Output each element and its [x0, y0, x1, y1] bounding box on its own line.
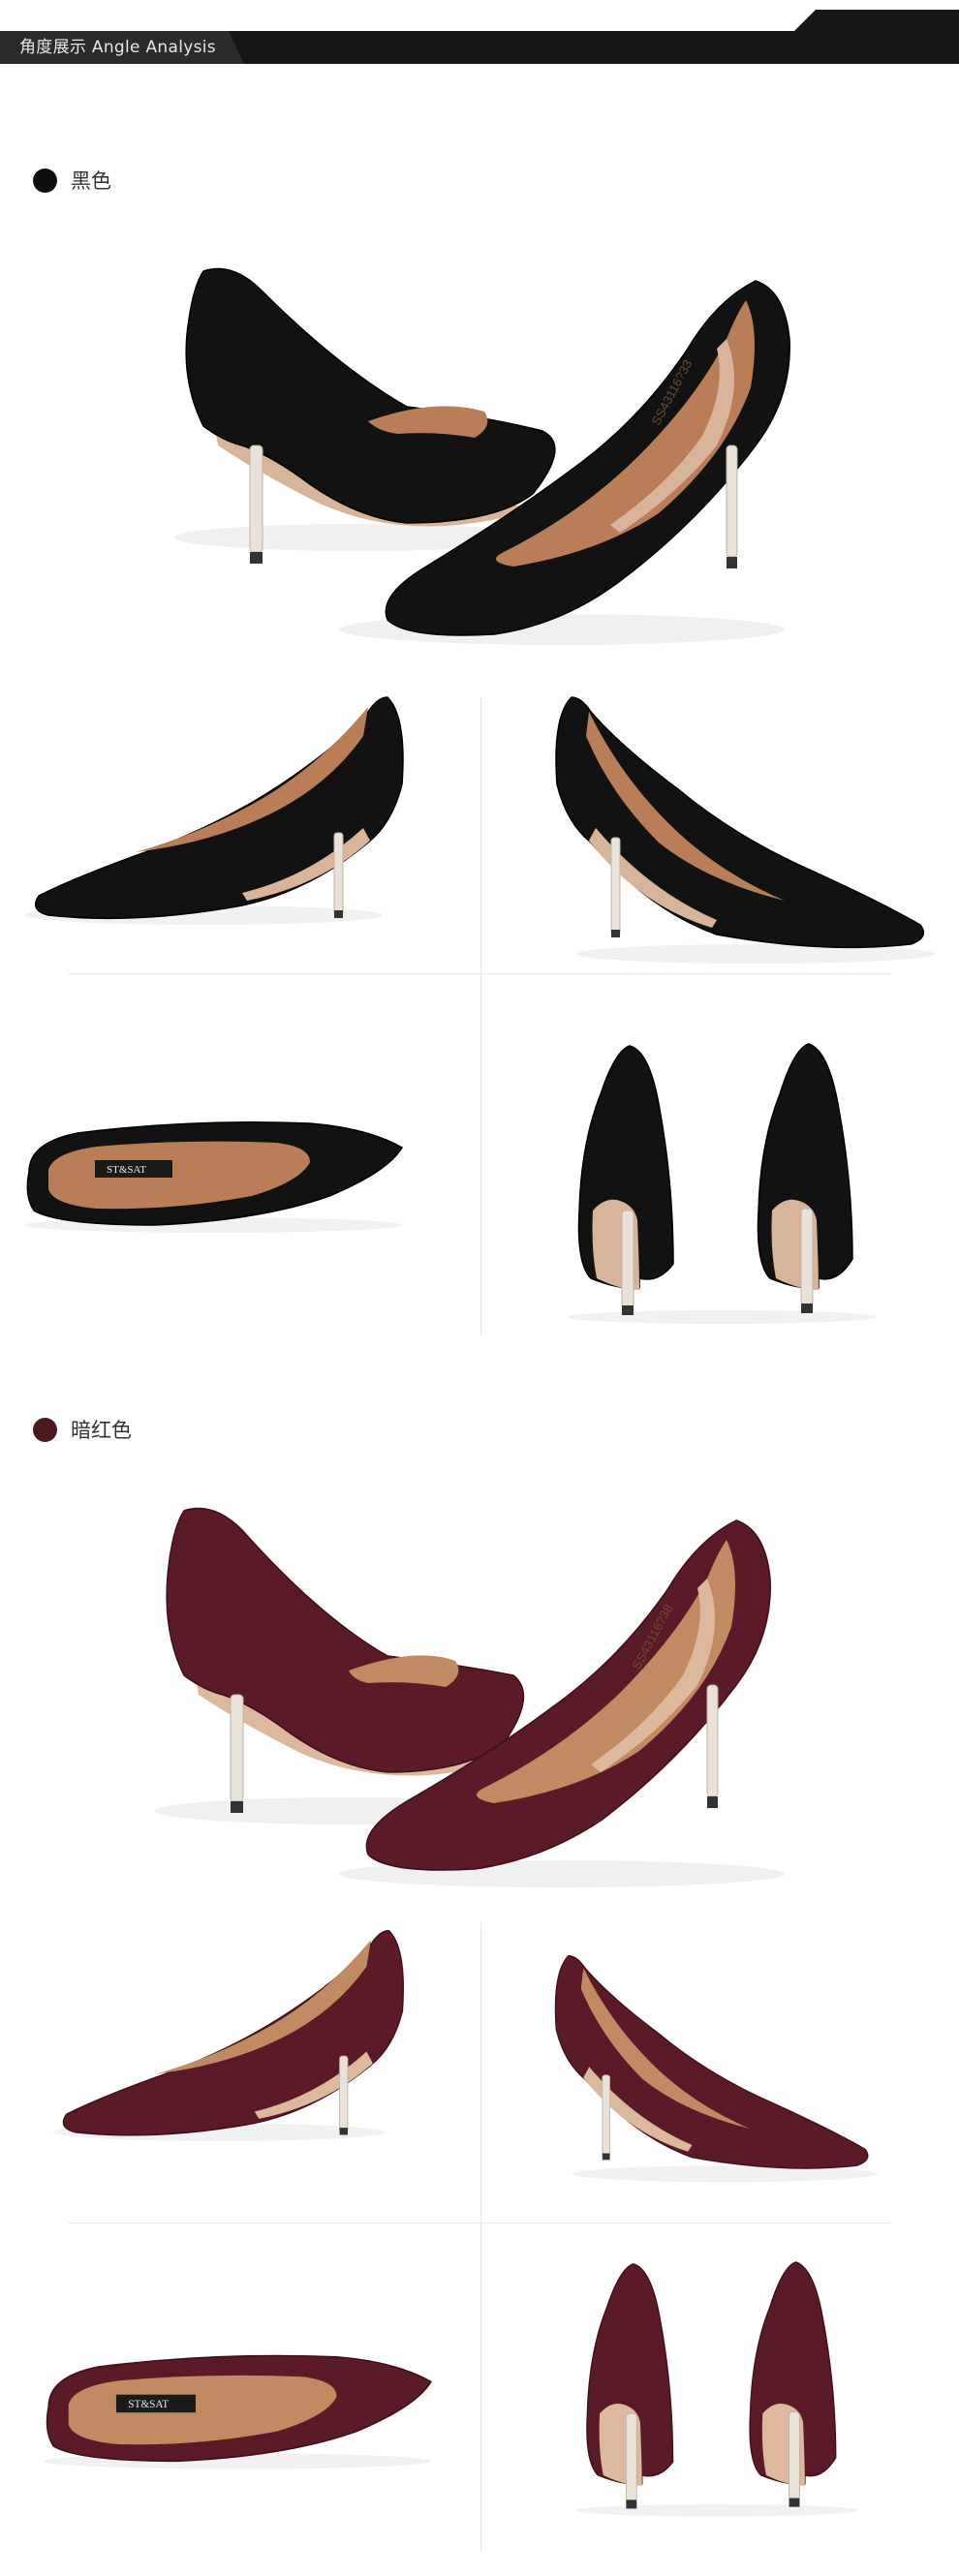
side-view-right-image — [555, 696, 935, 964]
color-dot-icon — [33, 1417, 57, 1442]
header-tab-accent — [794, 10, 959, 31]
top-view-image: ST&SAT — [44, 2354, 432, 2469]
back-view-pair-image — [567, 1043, 877, 1324]
grid-divider-horizontal — [68, 973, 891, 974]
section-label-black: 黑色 — [33, 166, 111, 195]
grid-divider-vertical — [480, 1922, 481, 2552]
section-label-wine: 暗红色 — [33, 1415, 132, 1444]
top-view-image: ST&SAT — [24, 1121, 404, 1233]
hero-shoe-pair-image: SS43116?33 — [174, 267, 790, 645]
section-label-text: 暗红色 — [71, 1419, 132, 1442]
svg-text:ST&SAT: ST&SAT — [107, 1164, 146, 1176]
side-view-left-image — [52, 1929, 404, 2141]
hero-shoe-pair-image: SS43116?38 — [155, 1507, 785, 1887]
section-label-text: 黑色 — [71, 169, 111, 193]
svg-text:ST&SAT: ST&SAT — [128, 2399, 169, 2410]
side-view-left-image — [24, 696, 404, 925]
grid-divider-vertical — [480, 697, 481, 1336]
side-view-right-image — [554, 1954, 878, 2183]
color-dot-icon — [33, 168, 57, 193]
back-view-pair-image — [575, 2261, 858, 2517]
section-header-bar: 角度展示 Angle Analysis — [0, 10, 959, 64]
header-title: 角度展示 Angle Analysis — [19, 38, 216, 57]
